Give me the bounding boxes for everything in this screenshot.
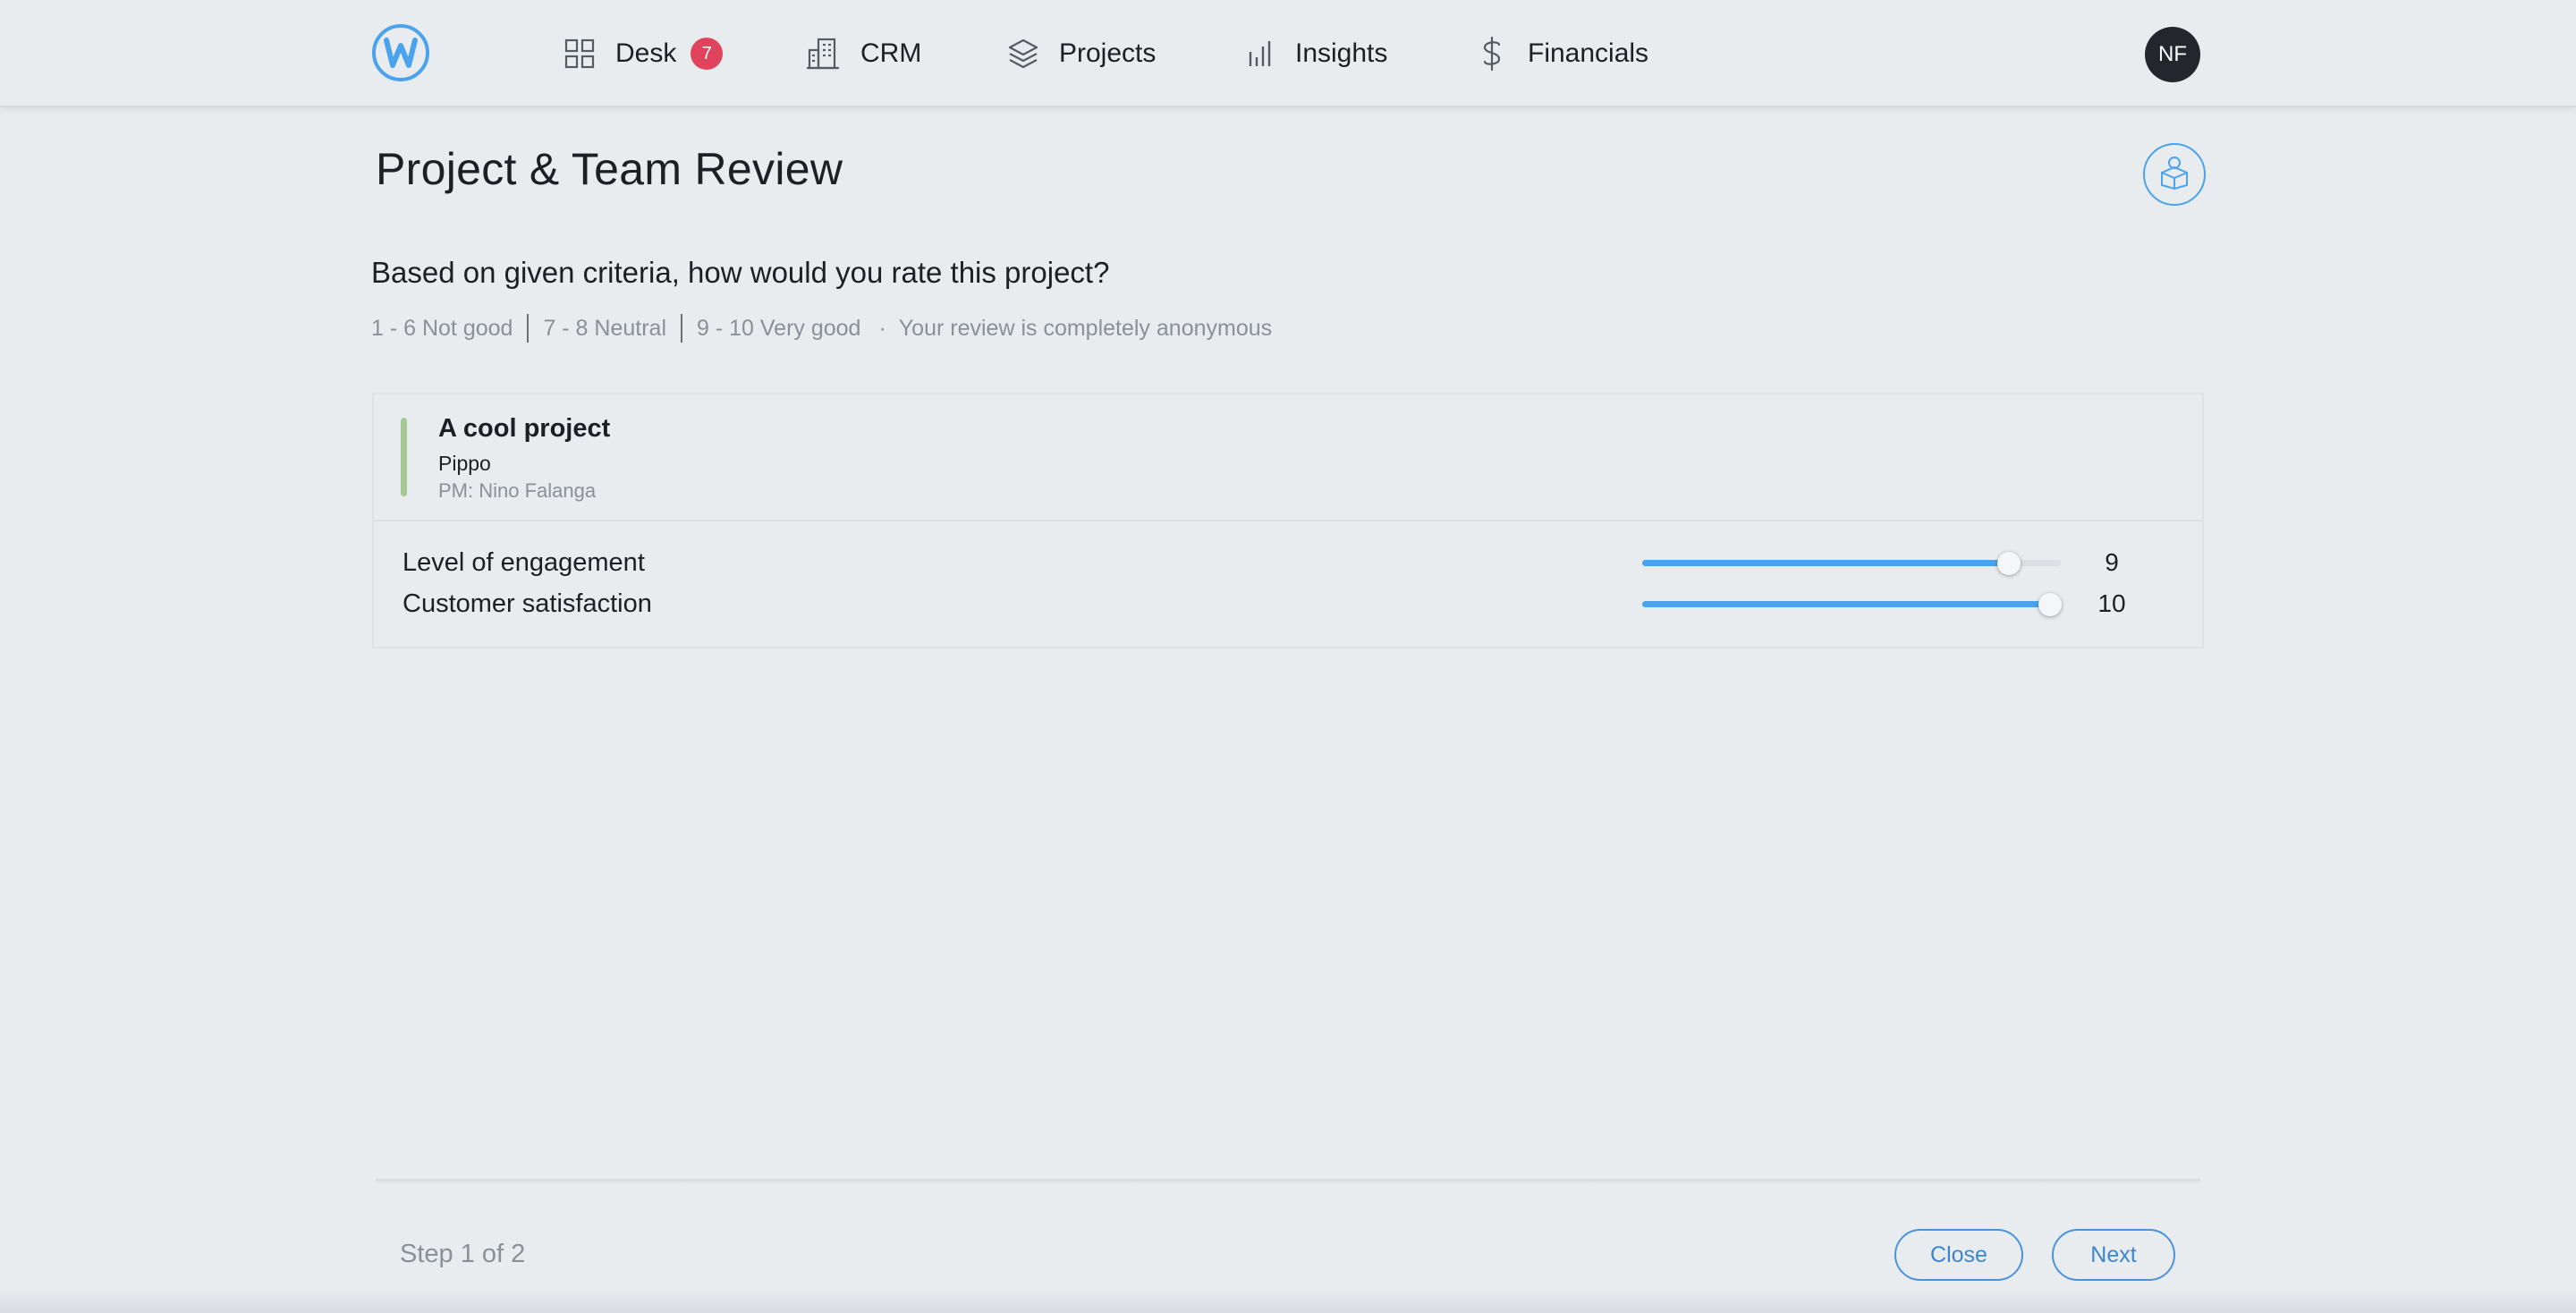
engagement-slider[interactable] <box>1642 552 2061 575</box>
page-title: Project & Team Review <box>376 144 843 194</box>
criterion-row: Level of engagement 9 <box>374 545 2202 580</box>
legend-dot: · <box>878 315 886 341</box>
grid-icon <box>562 36 597 72</box>
project-review-card: A cool project Pippo PM: Nino Falanga Le… <box>372 393 2204 648</box>
project-name: A cool project <box>438 414 611 443</box>
criterion-row: Customer satisfaction 10 <box>374 586 2202 622</box>
nav-item-projects[interactable]: Projects <box>1005 30 1156 77</box>
project-color-bar <box>401 418 407 496</box>
legend-not-good: 1 - 6 Not good <box>371 315 513 341</box>
nav-item-financials[interactable]: Financials <box>1474 30 1648 77</box>
close-button[interactable]: Close <box>1894 1229 2023 1281</box>
top-navigation: Desk 7 CRM Projects Insights Financials … <box>0 0 2576 107</box>
legend-divider <box>681 314 682 343</box>
criterion-value: 9 <box>2105 548 2119 576</box>
bar-chart-icon <box>1241 36 1277 72</box>
anonymous-note: Your review is completely anonymous <box>898 315 1273 341</box>
building-icon <box>807 36 843 72</box>
slider-thumb[interactable] <box>2038 593 2063 616</box>
nav-item-label: Desk <box>615 38 677 68</box>
nav-item-insights[interactable]: Insights <box>1241 30 1387 77</box>
help-desk-button[interactable] <box>2143 143 2206 206</box>
satisfaction-slider[interactable] <box>1642 593 2063 616</box>
legend-neutral: 7 - 8 Neutral <box>543 315 666 341</box>
layers-icon <box>1005 36 1041 72</box>
step-indicator: Step 1 of 2 <box>400 1240 526 1268</box>
rating-legend: 1 - 6 Not good 7 - 8 Neutral 9 - 10 Very… <box>371 314 1273 343</box>
criterion-value: 10 <box>2097 589 2126 617</box>
legend-very-good: 9 - 10 Very good <box>697 315 861 341</box>
slider-fill <box>1642 560 2009 566</box>
dollar-icon <box>1474 36 1510 72</box>
nav-item-label: Financials <box>1528 38 1649 68</box>
nav-item-label: Projects <box>1059 38 1157 68</box>
project-header: A cool project Pippo PM: Nino Falanga <box>374 394 2202 521</box>
bottom-shadow <box>0 1288 2576 1313</box>
nav-item-desk[interactable]: Desk 7 <box>562 30 724 77</box>
criterion-label: Level of engagement <box>402 548 645 577</box>
criterion-label: Customer satisfaction <box>402 589 652 618</box>
legend-divider <box>527 314 530 343</box>
user-avatar[interactable]: NF <box>2145 27 2200 82</box>
project-manager: PM: Nino Falanga <box>438 479 597 502</box>
review-question: Based on given criteria, how would you r… <box>371 256 1110 289</box>
next-button[interactable]: Next <box>2052 1229 2175 1281</box>
slider-fill <box>1642 601 2051 607</box>
project-client: Pippo <box>438 452 491 475</box>
nav-item-label: CRM <box>860 38 922 68</box>
slider-thumb[interactable] <box>1996 552 2021 575</box>
nav-item-crm[interactable]: CRM <box>807 30 921 77</box>
nav-item-label: Insights <box>1295 38 1388 68</box>
logo-icon[interactable] <box>372 24 429 81</box>
footer-divider <box>376 1179 2200 1184</box>
notification-badge: 7 <box>691 38 724 70</box>
help-desk-icon <box>2158 155 2190 195</box>
